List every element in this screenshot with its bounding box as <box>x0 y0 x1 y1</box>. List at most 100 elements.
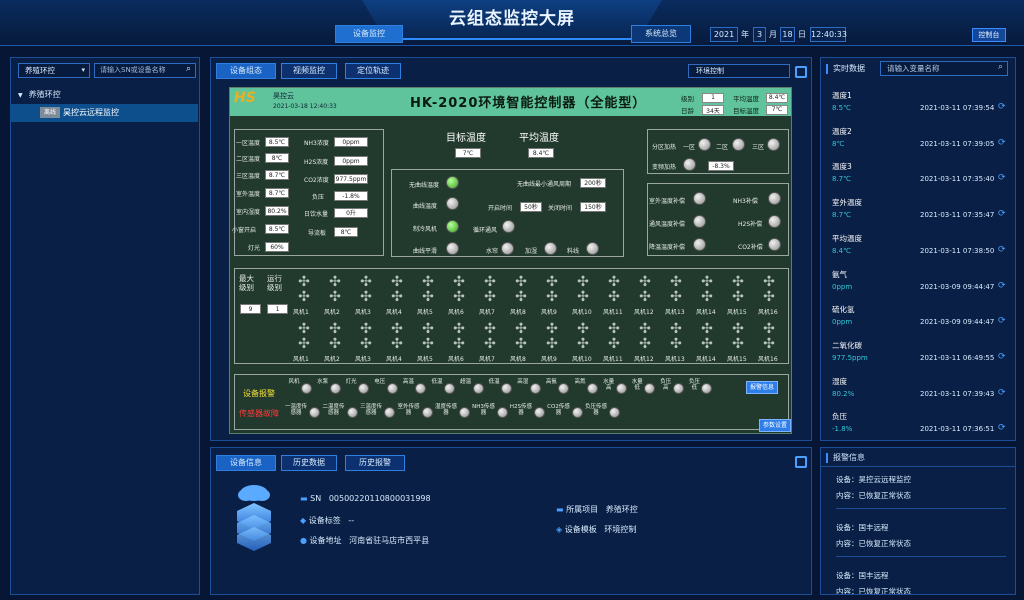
refresh-icon[interactable]: ⟳ <box>998 316 1006 326</box>
device-alarm-row: 风机 水泵 灯光 电压 高温 低温 超温 低温 高湿 高氨 高氮 水量高 水量低 负压高 负压低 <box>288 379 728 401</box>
variable-time: 2021-03-11 07:35:40 <box>920 175 995 184</box>
sn-row: ▬ SN 0050022011080003​1998 <box>300 494 431 503</box>
sensor-alarm-label: 湿度传感器 <box>434 404 457 416</box>
refresh-icon[interactable]: ⟳ <box>998 173 1006 183</box>
alarm-led <box>459 407 470 418</box>
tab-system-overview[interactable]: 系统总览 <box>631 25 691 43</box>
compensation-led <box>768 238 781 251</box>
sensor-value: 8℃ <box>334 227 358 237</box>
refresh-icon[interactable]: ⟳ <box>998 388 1006 398</box>
alarm-device: 设备：国丰远程 <box>836 571 889 580</box>
alarm-led <box>558 383 570 394</box>
alarm-led <box>415 383 427 394</box>
fan-grid: ✣ ✣ 风机1 ✣ ✣ 风机2 ✣ ✣ 风机3 ✣ ✣ 风机4 ✣ ✣ 风机5 ✣ ✣ 风机6 ✣ ✣ 风机7 ✣ ✣ 风机8… <box>292 270 788 363</box>
fan-icon: ✣ <box>701 274 713 290</box>
refresh-icon[interactable]: ⟳ <box>998 352 1006 362</box>
sensor-value: 8.5℃ <box>265 137 289 147</box>
device-alarm-label: 超温 <box>460 379 472 385</box>
control-button[interactable]: 控制台 <box>972 28 1006 42</box>
fan-icon: ✣ <box>515 289 527 305</box>
refresh-icon[interactable]: ⟳ <box>998 102 1006 112</box>
day-age-label: 日龄 <box>681 107 694 115</box>
compensation-label: 室外温度补偿 <box>649 198 686 205</box>
min-vent-value: 200秒 <box>580 178 606 188</box>
fan-icon: ✣ <box>701 289 713 305</box>
sensor-fault-label: 传感器故障 <box>239 409 279 418</box>
mode-led <box>446 220 459 233</box>
fan-label: 风机9 <box>541 309 557 316</box>
fullscreen-icon[interactable] <box>795 456 807 468</box>
sensor-value: 0ppm <box>334 156 368 166</box>
humidify-label: 加湿 <box>525 248 538 255</box>
level-label: 级别 <box>681 95 694 103</box>
fan-label: 风机3 <box>355 309 371 316</box>
refresh-icon[interactable]: ⟳ <box>998 423 1006 433</box>
fan-icon: ✣ <box>639 289 651 305</box>
fan-icon: ✣ <box>329 274 341 290</box>
alarm-info-button[interactable]: 报警信息 <box>746 381 778 394</box>
compensation-led <box>693 215 706 228</box>
variable-value: 8℃ <box>832 139 845 148</box>
sensor-alarm-label: NH3传感器 <box>472 404 495 416</box>
tab-device-info[interactable]: 设备信息 <box>216 455 276 471</box>
tab-history-alarm[interactable]: 历史报警 <box>345 455 405 471</box>
realtime-title: 实时数据 <box>833 64 865 73</box>
fan-icon: ✣ <box>577 336 589 352</box>
fan-icon: ✣ <box>732 336 744 352</box>
tab-device-monitor[interactable]: 设备监控 <box>335 25 403 43</box>
variable-name: 湿度 <box>832 376 847 386</box>
fan-icon: ✣ <box>546 274 558 290</box>
alarm-led <box>309 407 320 418</box>
fan-label: 风机13 <box>665 309 685 316</box>
sensor-label: 导流板 <box>308 230 327 237</box>
device-search-input[interactable]: 请输入SN或设备名称 ⌕ <box>94 63 196 78</box>
fan-label: 风机2 <box>324 309 340 316</box>
fan-label: 风机10 <box>572 356 592 363</box>
fan-icon: ✣ <box>484 336 496 352</box>
template-select[interactable]: 环境控制 <box>688 64 790 78</box>
tree-device-label[interactable]: 昊控云远程监控 <box>63 107 119 118</box>
refresh-icon[interactable]: ⟳ <box>998 138 1006 148</box>
param-settings-button[interactable]: 参数设置 <box>759 419 791 432</box>
fan-icon: ✣ <box>453 321 465 337</box>
tab-history-data[interactable]: 历史数据 <box>281 455 337 471</box>
variable-search-input[interactable]: 请输入变量名称 ⌕ <box>880 61 1008 76</box>
address-row: ● 设备地址 河南省驻马店市西平县 <box>300 535 429 546</box>
refresh-icon[interactable]: ⟳ <box>998 245 1006 255</box>
fan-icon: ✣ <box>422 274 434 290</box>
day-unit: 日 <box>798 30 806 39</box>
project-label: 所属项目 <box>566 505 599 514</box>
tab-device-config[interactable]: 设备组态 <box>216 63 276 79</box>
feed-line-label: 料线 <box>567 248 580 255</box>
run-level-label: 运行级别 <box>267 274 282 292</box>
year-box: 2021 <box>710 27 738 42</box>
target-temp-big-value: 7℃ <box>455 148 481 158</box>
page-title: 云组态监控大屏 <box>362 0 662 40</box>
fan-icon: ✣ <box>732 274 744 290</box>
device-alarm-label: 设备报警 <box>243 389 275 398</box>
group-select[interactable]: 养殖环控 ▾ <box>18 63 90 78</box>
fan-icon: ✣ <box>515 336 527 352</box>
tab-video-monitor[interactable]: 视频监控 <box>281 63 337 79</box>
fan-label: 风机12 <box>634 356 654 363</box>
hmi-datetime: 2021-03-18 12:40:33 <box>273 103 337 110</box>
compensation-label: 降温温度补偿 <box>649 244 686 251</box>
alarm-led <box>701 383 713 394</box>
variable-name: 室外温度 <box>832 198 862 208</box>
device-alarm-label: 高温 <box>402 379 414 385</box>
time-box: 12:40:33 <box>810 27 847 42</box>
fan-label: 风机8 <box>510 309 526 316</box>
alarm-device: 设备：国丰远程 <box>836 523 889 532</box>
day-box: 18 <box>780 27 795 42</box>
alarm-content: 内容：已恢复正常状态 <box>836 539 911 548</box>
tree-node-root[interactable]: ▼ 养殖环控 <box>18 89 61 100</box>
fan-icon: ✣ <box>546 336 558 352</box>
refresh-icon[interactable]: ⟳ <box>998 281 1006 291</box>
month-unit: 月 <box>769 30 777 39</box>
fan-icon: ✣ <box>360 336 372 352</box>
fullscreen-icon[interactable] <box>795 66 807 78</box>
alarm-led <box>472 383 484 394</box>
refresh-icon[interactable]: ⟳ <box>998 209 1006 219</box>
sensor-value: 8℃ <box>265 153 289 163</box>
tab-location-track[interactable]: 定位轨迹 <box>345 63 401 79</box>
